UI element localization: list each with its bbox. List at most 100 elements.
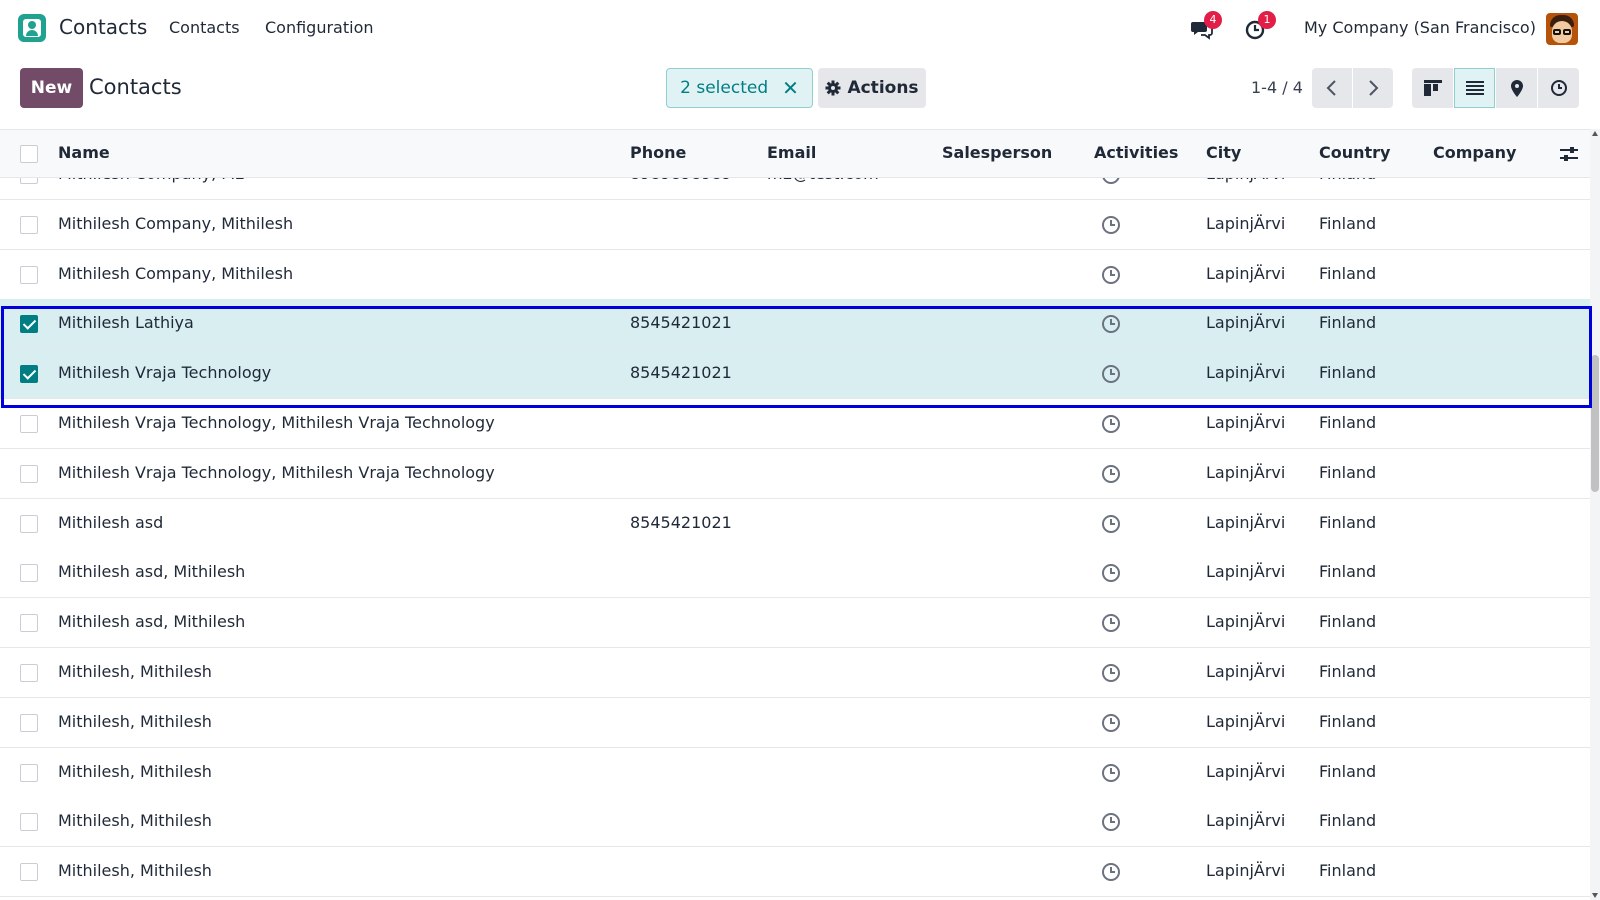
contacts-app-icon[interactable] [18,14,46,42]
column-salesperson[interactable]: Salesperson [942,143,1052,162]
contact-country: Finland [1319,363,1377,383]
column-city[interactable]: City [1206,143,1241,162]
activity-clock-icon[interactable] [1101,215,1121,235]
table-row[interactable]: Mithilesh, Mithilesh LapinjÄrvi Finland [0,697,1590,748]
map-pin-icon [1510,79,1523,97]
actions-label: Actions [847,78,919,98]
activity-view-button[interactable] [1538,68,1579,108]
contact-name: Mithilesh, Mithilesh [58,711,212,731]
contact-city: LapinjÄrvi [1206,512,1286,532]
contact-city: LapinjÄrvi [1206,711,1286,731]
pager-next-button[interactable] [1353,68,1393,108]
activity-clock-icon[interactable] [1101,713,1121,733]
table-row[interactable]: Mithilesh Vraja Technology, Mithilesh Vr… [0,399,1590,449]
contact-country: Finland [1319,861,1377,881]
table-row[interactable]: Mithilesh, Mithilesh LapinjÄrvi Finland [0,648,1590,698]
gear-icon [825,80,841,96]
table-row[interactable]: Mithilesh asd, Mithilesh LapinjÄrvi Finlan… [0,598,1590,649]
activity-clock-icon[interactable] [1101,414,1121,434]
activity-clock-icon[interactable] [1101,812,1121,832]
contact-city: LapinjÄrvi [1206,562,1286,582]
activity-clock-icon[interactable] [1101,613,1121,633]
row-checkbox[interactable] [20,763,38,782]
company-switcher[interactable]: My Company (San Francisco) [1304,18,1536,37]
contact-country: Finland [1319,413,1377,432]
pager-value[interactable]: 1-4 / 4 [1251,78,1303,97]
activities-button[interactable]: 1 [1244,11,1276,41]
table-row[interactable]: Mithilesh asd, Mithilesh LapinjÄrvi Finlan… [0,548,1590,599]
row-checkbox[interactable] [20,813,38,832]
activity-clock-icon[interactable] [1101,763,1121,783]
list-view-icon [1465,81,1484,95]
row-checkbox[interactable] [20,614,38,633]
list-view-button[interactable] [1454,68,1495,108]
contact-country: Finland [1319,562,1377,582]
column-country[interactable]: Country [1319,143,1390,162]
contact-name: Mithilesh asd, Mithilesh [58,612,246,632]
kanban-view-button[interactable] [1412,68,1453,108]
table-row[interactable]: Mithilesh Vraja Technology 8545421021 Lapi… [0,349,1590,400]
row-checkbox[interactable] [20,365,38,384]
column-company[interactable]: Company [1433,143,1516,162]
row-checkbox[interactable] [20,713,38,732]
table-row[interactable]: Mithilesh Lathiya 8545421021 LapinjÄrvi Fin… [0,299,1590,350]
activity-clock-icon [1550,80,1567,96]
row-checkbox[interactable] [20,415,38,433]
activity-clock-icon[interactable] [1101,314,1121,334]
activity-clock-icon[interactable] [1101,364,1121,384]
column-settings-icon[interactable] [1560,145,1578,163]
app-name[interactable]: Contacts [59,15,147,39]
activity-clock-icon[interactable] [1101,663,1121,683]
pager-previous-button[interactable] [1312,68,1352,108]
activity-clock-icon[interactable] [1101,862,1121,882]
table-row[interactable]: Mithilesh, Mithilesh LapinjÄrvi Finland [0,747,1590,798]
column-phone[interactable]: Phone [630,143,686,162]
row-checkbox[interactable] [20,564,38,583]
scroll-down-arrow-icon[interactable] [1592,893,1598,898]
contact-country: Finland [1319,662,1377,681]
row-checkbox[interactable] [20,664,38,682]
table-row[interactable]: Mithilesh Company, Mithilesh LapinjÄrvi Fi… [0,249,1590,300]
map-view-button[interactable] [1496,68,1537,108]
scrollbar[interactable] [1590,129,1600,900]
table-row[interactable]: Mithilesh Vraja Technology, Mithilesh Vr… [0,448,1590,499]
table-header: Name Phone Email Salesperson Activities … [0,130,1590,178]
contact-phone: 8545421021 [630,512,732,532]
contact-country: Finland [1319,811,1377,831]
column-email[interactable]: Email [767,143,816,162]
row-checkbox[interactable] [20,215,38,234]
avatar[interactable] [1546,13,1578,45]
row-checkbox[interactable] [20,863,38,882]
menu-configuration[interactable]: Configuration [265,18,374,37]
column-activities[interactable]: Activities [1094,143,1178,162]
contact-country: Finland [1319,711,1377,731]
contact-country: Finland [1319,213,1377,233]
contact-name: Mithilesh, Mithilesh [58,811,212,831]
contact-city: LapinjÄrvi [1206,861,1286,881]
actions-button[interactable]: Actions [818,68,926,108]
activity-clock-icon[interactable] [1101,265,1121,285]
row-checkbox[interactable] [20,265,38,284]
contact-city: LapinjÄrvi [1206,811,1286,831]
column-name[interactable]: Name [58,143,110,162]
row-checkbox[interactable] [20,315,38,334]
activity-clock-icon[interactable] [1101,514,1121,534]
table-row[interactable]: Mithilesh Company, Mithilesh LapinjÄrvi Fi… [0,199,1590,250]
scroll-up-arrow-icon[interactable] [1592,131,1598,136]
table-row[interactable]: Mithilesh, Mithilesh LapinjÄrvi Finland [0,847,1590,898]
row-checkbox[interactable] [20,514,38,533]
activity-clock-icon[interactable] [1101,464,1121,484]
row-checkbox[interactable] [20,464,38,483]
messages-button[interactable]: 4 [1190,11,1222,41]
chevron-right-icon [1369,80,1379,96]
contact-city: LapinjÄrvi [1206,662,1286,681]
table-row[interactable]: Mithilesh asd 8545421021 LapinjÄrvi Finland [0,498,1590,549]
table-row[interactable]: Mithilesh, Mithilesh LapinjÄrvi Finland [0,797,1590,848]
activity-clock-icon[interactable] [1101,563,1121,583]
menu-contacts[interactable]: Contacts [169,18,240,37]
selection-indicator[interactable]: 2 selected ✕ [666,68,813,108]
select-all-checkbox[interactable] [20,145,38,163]
clear-selection-icon[interactable]: ✕ [782,76,799,100]
scroll-thumb[interactable] [1591,355,1599,492]
new-button[interactable]: New [20,68,83,108]
